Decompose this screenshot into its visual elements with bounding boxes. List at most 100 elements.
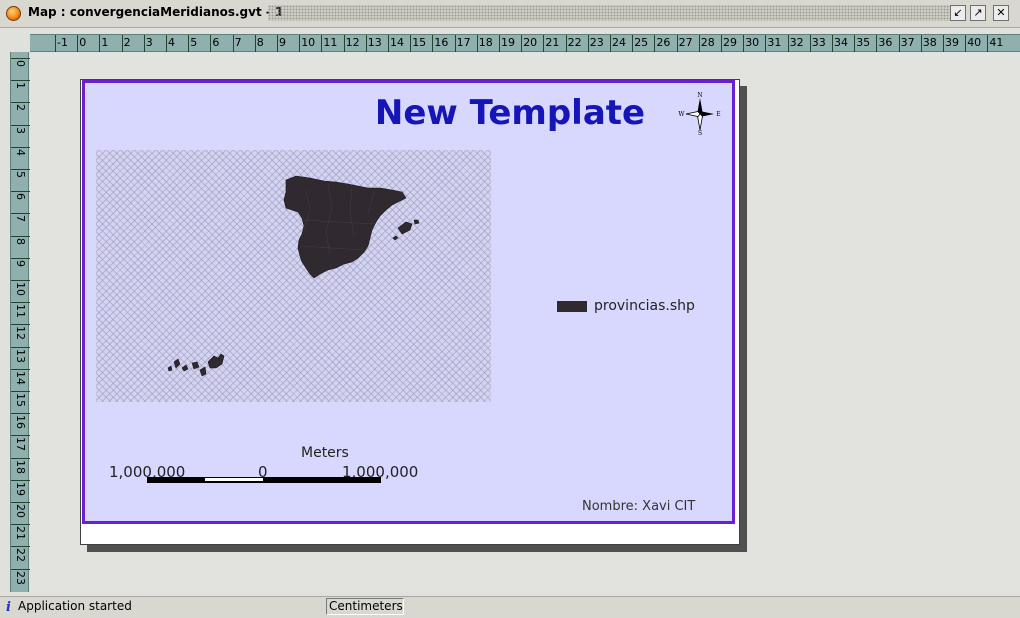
ruler-label: 9 <box>14 259 27 267</box>
ruler-tick <box>11 257 30 259</box>
ruler-label: 20 <box>14 504 27 518</box>
maximize-icon: ↗ <box>973 6 983 19</box>
ruler-label: 6 <box>14 193 27 201</box>
ruler-tick <box>11 368 30 370</box>
ruler-label: 32 <box>789 36 804 49</box>
ruler-label: 13 <box>367 36 382 49</box>
ruler-label: 7 <box>234 36 242 49</box>
ruler-label: -1 <box>57 36 68 49</box>
ruler-tick <box>587 35 589 53</box>
maximize-button[interactable]: ↗ <box>970 5 986 21</box>
ruler-label: 3 <box>145 36 153 49</box>
ruler-tick <box>765 35 767 53</box>
ruler-label: 28 <box>700 36 715 49</box>
ruler-tick <box>876 35 878 53</box>
ruler-tick <box>499 35 500 53</box>
ruler-tick <box>343 35 345 53</box>
minimize-icon: ↙ <box>953 6 963 19</box>
ruler-tick <box>654 35 656 53</box>
status-message: Application started <box>18 599 132 613</box>
north-label: N <box>697 92 702 99</box>
ruler-label: 35 <box>856 36 871 49</box>
ruler-tick <box>676 35 678 53</box>
ruler-label: 40 <box>967 36 982 49</box>
ruler-tick <box>365 35 367 53</box>
ruler-tick <box>11 235 30 237</box>
ruler-tick <box>920 35 922 53</box>
ruler-tick <box>610 35 611 53</box>
ruler-label: 10 <box>14 282 27 296</box>
ruler-tick <box>55 35 56 53</box>
status-bar: i Application started Centimeters <box>0 596 1020 618</box>
ruler-label: 22 <box>14 548 27 563</box>
ruler-label: 22 <box>567 36 582 49</box>
west-label: W <box>678 111 685 118</box>
ruler-label: 39 <box>945 36 959 49</box>
ruler-tick <box>743 35 745 53</box>
ruler-label: 4 <box>168 36 175 49</box>
ruler-label: 8 <box>256 36 264 49</box>
legend-swatch <box>557 301 587 312</box>
ruler-tick <box>698 35 700 53</box>
ruler-label: 11 <box>323 36 338 49</box>
legend-layer-label[interactable]: provincias.shp <box>594 298 695 314</box>
ruler-label: 25 <box>634 36 649 49</box>
ruler-label: 10 <box>301 36 316 49</box>
ruler-tick <box>787 35 789 53</box>
ruler-label: 8 <box>14 237 27 245</box>
ruler-label: 27 <box>678 36 693 49</box>
ruler-tick <box>99 35 101 53</box>
ruler-tick <box>77 35 79 53</box>
ruler-label: 6 <box>212 36 220 49</box>
app-orb-icon <box>6 6 21 21</box>
east-label: E <box>716 111 720 118</box>
ruler-tick <box>854 35 856 53</box>
close-button[interactable]: ✕ <box>993 5 1009 21</box>
ruler-label: 36 <box>878 36 893 49</box>
ruler-label: 31 <box>767 36 782 49</box>
south-label: S <box>698 130 702 136</box>
ruler-label: 7 <box>14 215 27 223</box>
ruler-label: 24 <box>612 36 626 49</box>
map-geometry <box>167 175 420 377</box>
window-titlebar[interactable]: Map : convergenciaMeridianos.gvt - 1 ↙ ↗… <box>0 0 1020 28</box>
author-text[interactable]: Nombre: Xavi CIT <box>582 499 695 514</box>
ruler-tick <box>11 502 30 503</box>
ruler-tick <box>11 280 30 281</box>
ruler-tick <box>277 35 278 53</box>
ruler-label: 11 <box>14 304 27 319</box>
scalebar-units: Meters <box>301 445 349 461</box>
scalebar[interactable] <box>147 477 381 483</box>
ruler-label: 19 <box>501 36 515 49</box>
ruler-tick <box>232 35 234 53</box>
ruler-tick <box>432 35 434 53</box>
horizontal-ruler: -1 0 1 2 3 4 5 6 7 8 9 10 11 12 13 14 15 16 17 18 19 20 21 22 23… <box>30 34 1020 53</box>
ruler-label: 17 <box>14 437 27 452</box>
ruler-label: 12 <box>14 326 27 341</box>
ruler-label: 26 <box>656 36 671 49</box>
north-arrow[interactable]: N S W E <box>678 92 722 136</box>
ruler-label: 18 <box>14 459 27 474</box>
titlebar-grip <box>268 5 952 21</box>
ruler-tick <box>521 35 523 53</box>
map-view-frame[interactable] <box>96 150 491 402</box>
ruler-tick <box>11 568 30 570</box>
ruler-tick <box>476 35 478 53</box>
minimize-button[interactable]: ↙ <box>950 5 966 21</box>
canary-islands-shape <box>173 358 181 369</box>
ruler-label: 37 <box>900 36 915 49</box>
ruler-tick <box>543 35 545 53</box>
ruler-label: 23 <box>589 36 604 49</box>
ruler-tick <box>210 35 212 53</box>
layout-title[interactable]: New Template <box>0 93 1020 133</box>
compass-rose-icon <box>685 98 714 131</box>
ruler-tick <box>454 35 456 53</box>
ruler-label: 29 <box>723 36 737 49</box>
ruler-label: 20 <box>523 36 538 49</box>
status-units-field[interactable]: Centimeters <box>326 598 404 615</box>
vertical-ruler: 0 1 2 3 4 5 6 7 8 9 10 11 12 13 14 15 16 17 18 19 20 21 22 23 <box>10 52 30 592</box>
ruler-label: 0 <box>14 60 27 67</box>
ruler-label: 4 <box>14 148 27 156</box>
ruler-tick <box>11 169 30 170</box>
ruler-label: 16 <box>14 415 27 430</box>
